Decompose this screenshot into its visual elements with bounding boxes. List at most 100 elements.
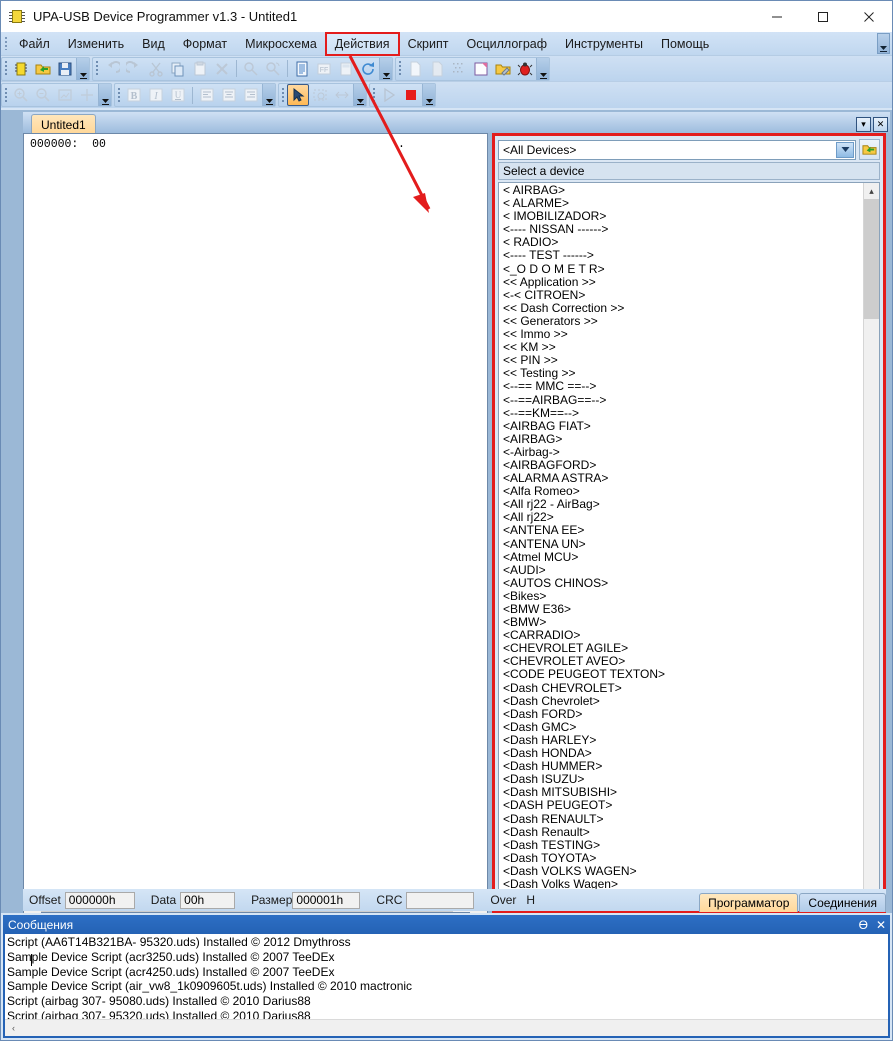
device-list-item[interactable]: <ANTENA UN> <box>503 537 863 551</box>
mdi-tab-untited1[interactable]: Untited1 <box>31 114 96 133</box>
stop-icon[interactable] <box>400 84 422 106</box>
toolbar-overflow-icon[interactable] <box>262 84 275 106</box>
toolbar-group-file <box>1 56 90 81</box>
refresh-icon[interactable] <box>357 58 379 80</box>
find-icon <box>240 58 262 80</box>
maximize-button[interactable] <box>800 1 846 32</box>
toolbar-grip[interactable] <box>370 84 378 106</box>
scroll-track[interactable] <box>863 199 879 890</box>
device-list-item[interactable]: <Dash FORD> <box>503 707 863 721</box>
menu-chip[interactable]: Микросхема <box>236 33 326 55</box>
toolbar-separator <box>192 86 193 104</box>
crc-field[interactable] <box>406 891 475 909</box>
mdi-close-button[interactable]: ✕ <box>873 117 888 132</box>
tab-connections[interactable]: Соединения <box>799 893 886 912</box>
device-listbox[interactable]: < AIRBAG> < ALARME> < IMOBILIZADOR> <---- N… <box>498 182 880 907</box>
device-list-scrollbar[interactable]: ▴ ▾ <box>863 183 879 906</box>
size-field[interactable]: 000001h <box>292 891 361 909</box>
note-icon[interactable] <box>470 58 492 80</box>
new-chip-icon[interactable] <box>10 58 32 80</box>
device-list-item[interactable]: <BMW E36> <box>503 602 863 616</box>
device-list-item[interactable]: <Dash TESTING> <box>503 838 863 852</box>
bug-icon[interactable] <box>514 58 536 80</box>
menu-edit[interactable]: Изменить <box>59 33 133 55</box>
menu-view[interactable]: Вид <box>133 33 174 55</box>
scroll-left-icon[interactable]: ‹ <box>5 1019 22 1036</box>
menu-overflow-chevron-icon[interactable] <box>877 33 890 54</box>
device-list-item[interactable]: <-< CITROEN> <box>503 288 863 302</box>
device-list-item[interactable]: << Dash Correction >> <box>503 301 863 315</box>
minimize-button[interactable] <box>754 1 800 32</box>
device-list-item[interactable]: <Atmel MCU> <box>503 550 863 564</box>
device-list-item[interactable]: <Dash TOYOTA> <box>503 851 863 865</box>
open-folder-icon[interactable] <box>32 58 54 80</box>
messages-log[interactable]: Script (AA6T14B321BA- 95320.uds) Install… <box>3 934 890 1038</box>
menu-actions[interactable]: Действия <box>324 31 400 56</box>
menu-help[interactable]: Помощь <box>652 33 718 55</box>
toolbar-overflow-icon[interactable] <box>536 57 549 80</box>
hex-editor-body[interactable]: 000000: 00 . <box>24 134 487 895</box>
toolbar-grip[interactable] <box>2 58 10 80</box>
menu-tools[interactable]: Инструменты <box>556 33 652 55</box>
bottom-tab-bar: Программатор Соединения <box>698 892 886 912</box>
device-list-item[interactable]: <-Airbag-> <box>503 445 863 459</box>
scroll-up-icon[interactable]: ▴ <box>864 183 880 199</box>
pin-icon[interactable]: Ө <box>859 918 868 932</box>
close-icon[interactable]: ✕ <box>876 918 886 932</box>
device-list-item[interactable]: <Dash GMC> <box>503 720 863 734</box>
toolbar-grip[interactable] <box>115 84 123 106</box>
device-list-item[interactable]: <AUTOS CHINOS> <box>503 576 863 590</box>
menu-grip[interactable] <box>1 32 10 55</box>
device-list-item[interactable]: <Dash CHEVROLET> <box>503 681 863 695</box>
data-field[interactable]: 00h <box>180 891 236 909</box>
window-controls <box>754 1 892 32</box>
device-list-item[interactable]: << Application >> <box>503 275 863 289</box>
device-list-item[interactable]: <--==AIRBAG==--> <box>503 393 863 407</box>
toolbar-grip[interactable] <box>93 58 101 80</box>
device-list-item[interactable]: <Dash Chevrolet> <box>503 694 863 708</box>
device-list-item[interactable]: <AIRBAG> <box>503 432 863 446</box>
hex-editor-pane[interactable]: 000000: 00 . ‹ › <box>23 133 488 913</box>
device-list-item[interactable]: <CODE PEUGEOT TEXTON> <box>503 668 863 681</box>
close-button[interactable] <box>846 1 892 32</box>
device-list-item[interactable]: <Dash Renault> <box>503 825 863 839</box>
document-icon[interactable] <box>291 58 313 80</box>
device-list-item[interactable]: <AUDI> <box>503 563 863 577</box>
device-list-item[interactable]: <Dash RENAULT> <box>503 812 863 826</box>
toolbar-overflow-icon[interactable] <box>98 84 111 106</box>
settings-folder-icon[interactable] <box>492 58 514 80</box>
device-list-item[interactable]: <---- TEST ------> <box>503 249 863 262</box>
toolbar-overflow-icon[interactable] <box>379 57 392 80</box>
menu-script[interactable]: Скрипт <box>399 33 458 55</box>
mdi-restore-button[interactable]: ▾ <box>856 117 871 132</box>
device-list-item[interactable]: <All rj22 - AirBag> <box>503 498 863 511</box>
save-disk-icon[interactable] <box>54 58 76 80</box>
device-list-item[interactable]: <ANTENA EE> <box>503 524 863 537</box>
toolbar-grip[interactable] <box>279 84 287 106</box>
device-list-items[interactable]: < AIRBAG> < ALARME> < IMOBILIZADOR> <---- N… <box>499 183 863 906</box>
device-list-item[interactable]: <AIRBAG FIAT> <box>503 419 863 433</box>
device-list-item[interactable]: <_O D O M E T R> <box>503 262 863 276</box>
menu-format[interactable]: Формат <box>174 33 236 55</box>
toolbar-overflow-icon[interactable] <box>422 84 435 106</box>
open-device-file-button[interactable] <box>859 139 880 160</box>
underline-icon: U <box>167 84 189 106</box>
tab-programmer[interactable]: Программатор <box>699 893 799 912</box>
device-list-item[interactable]: <--== MMC ==--> <box>503 380 863 393</box>
device-list-item[interactable]: <--==KM==--> <box>503 406 863 420</box>
device-list-item[interactable]: <Dash VOLKS WAGEN> <box>503 864 863 878</box>
toolbar-overflow-icon[interactable] <box>353 84 366 106</box>
menu-file[interactable]: Файл <box>10 33 59 55</box>
toolbar-grip[interactable] <box>2 84 10 106</box>
toolbar-grip[interactable] <box>396 58 404 80</box>
scroll-thumb[interactable] <box>863 199 879 319</box>
device-list-item[interactable]: << Immo >> <box>503 327 863 341</box>
pointer-icon[interactable] <box>287 84 309 106</box>
chevron-down-icon[interactable] <box>836 141 854 158</box>
device-list-item[interactable]: <DASH PEUGEOT> <box>503 799 863 812</box>
offset-field[interactable]: 000000h <box>64 891 135 909</box>
device-category-combobox[interactable]: <All Devices> <box>498 139 856 160</box>
toolbar-overflow-icon[interactable] <box>76 57 89 80</box>
messages-horizontal-scrollbar[interactable]: ‹ <box>5 1019 888 1036</box>
menu-oscilloscope[interactable]: Осциллограф <box>458 33 557 55</box>
